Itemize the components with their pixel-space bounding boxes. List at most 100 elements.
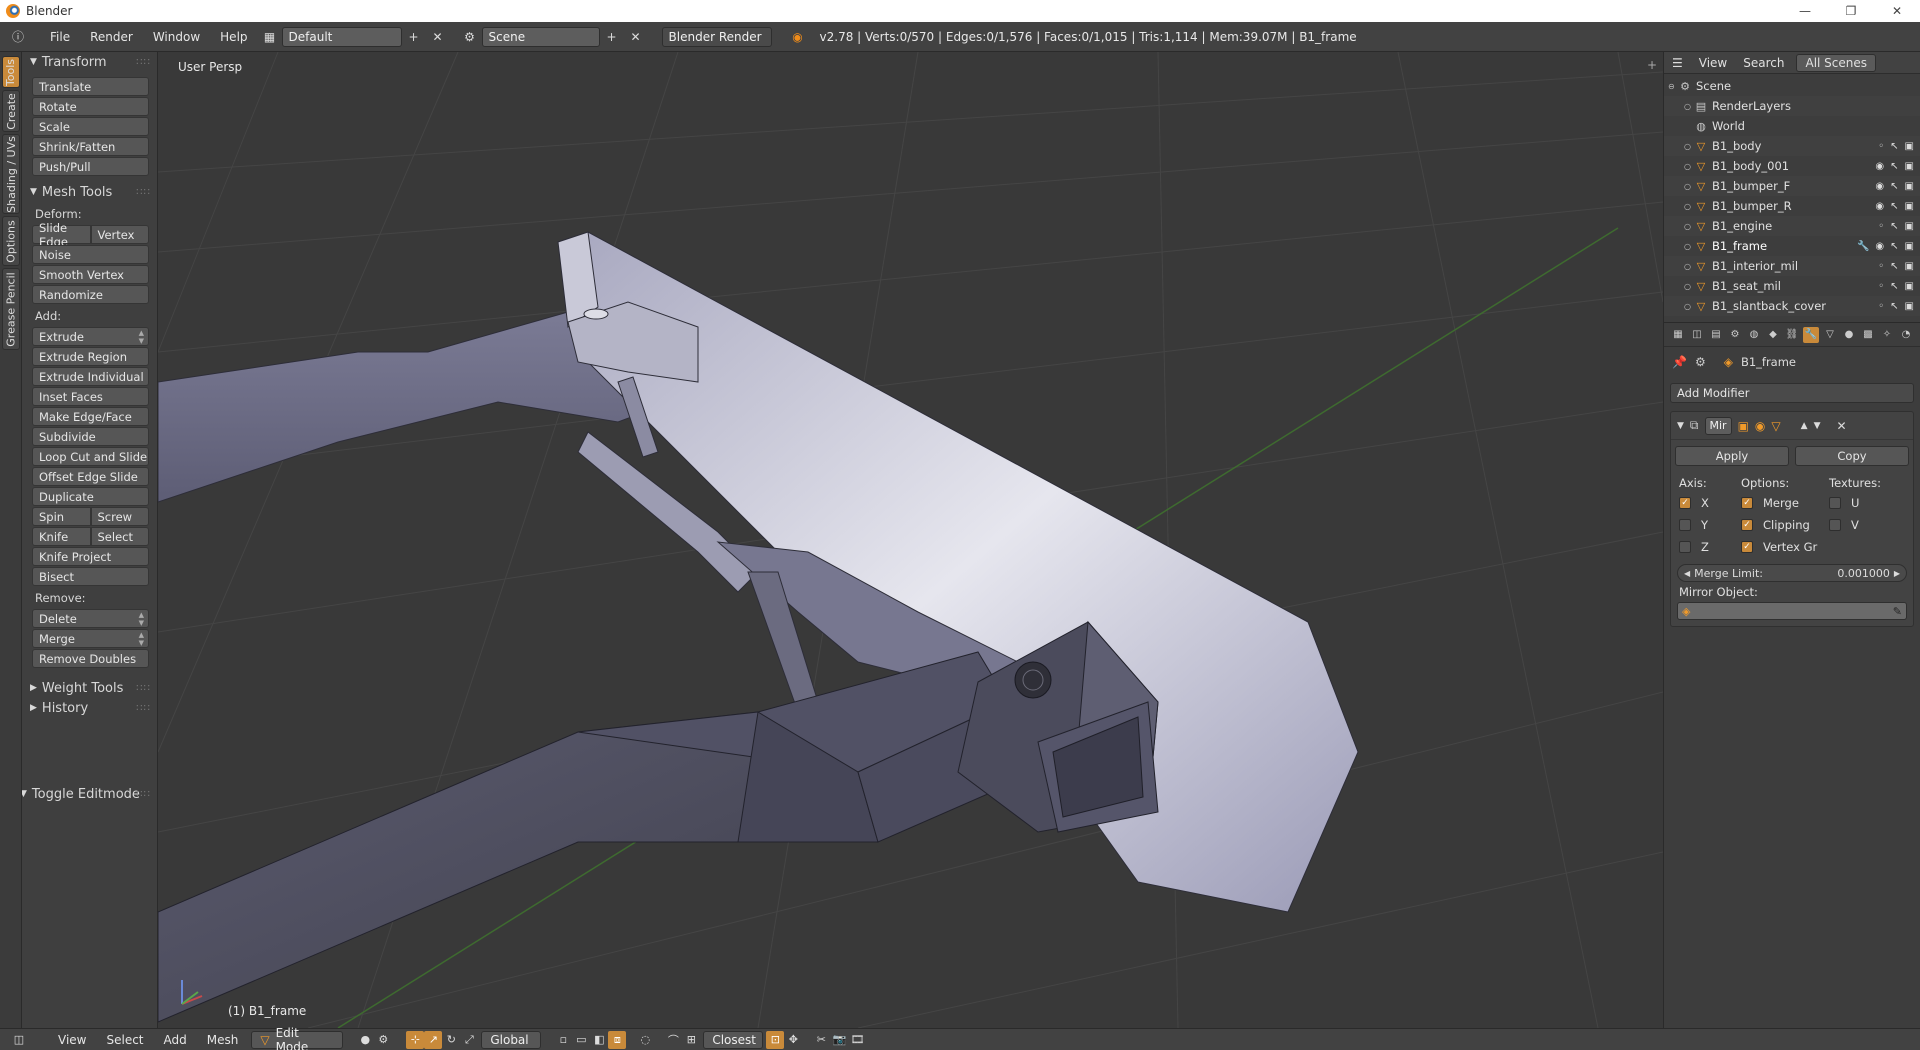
render-layers-tab-icon[interactable]: ▤ [1708,327,1724,343]
menu-file[interactable]: File [40,30,80,44]
properties-editor-icon[interactable]: ▦ [1670,327,1686,343]
visibility-eye-icon[interactable]: ◦ [1878,221,1884,232]
tab-grease-pencil[interactable]: Grease Pencil [2,268,20,350]
visibility-eye-icon[interactable]: ◦ [1878,301,1884,312]
remove-layout-icon[interactable]: ✕ [426,27,450,47]
panel-transform-header[interactable]: ▼ Transform ∷∷ [22,52,157,72]
outliner-search-menu[interactable]: Search [1735,56,1792,70]
renderable-camera-icon[interactable]: ▣ [1905,241,1914,252]
renderable-camera-icon[interactable]: ▣ [1905,201,1914,212]
extrude-individual-button[interactable]: Extrude Individual [32,367,149,386]
visibility-eye-icon[interactable]: ◉ [1875,241,1884,252]
particles-tab-icon[interactable]: ✧ [1879,327,1895,343]
vertex-groups-checkbox[interactable]: ✓ Vertex Gr [1741,536,1829,558]
outliner-filter-select[interactable]: All Scenes [1796,53,1877,72]
menu-help[interactable]: Help [210,30,257,44]
outliner-row-scene[interactable]: ⊖ ⚙ Scene [1664,76,1920,96]
merge-menu-button[interactable]: Merge ▲ ▼ [32,629,149,648]
texture-v-checkbox[interactable]: V [1829,514,1899,536]
axis-z-checkbox[interactable]: Z [1679,536,1741,558]
knife-project-button[interactable]: Knife Project [32,547,149,566]
scene-tab-icon[interactable]: ⚙ [1727,327,1743,343]
subdivide-button[interactable]: Subdivide [32,427,149,446]
apply-button[interactable]: Apply [1675,446,1789,466]
translate-button[interactable]: Translate [32,77,149,96]
knife-select-button[interactable]: Select [90,527,149,546]
modifier-name-field[interactable]: Mir [1704,416,1732,435]
add-scene-icon[interactable]: + [600,27,624,47]
menu-mesh[interactable]: Mesh [197,1033,249,1047]
outliner-row-object[interactable]: ○ ▽ B1_engine ◦ ↖ ▣ [1664,216,1920,236]
add-modifier-button[interactable]: Add Modifier [1670,383,1914,403]
grip-icon[interactable]: ∷∷ [136,703,151,714]
loop-cut-slide-button[interactable]: Loop Cut and Slide [32,447,149,466]
expand-icon[interactable]: ○ [1684,102,1694,111]
realtime-toggle-icon[interactable]: ◉ [1755,419,1765,433]
outliner-row-object-active[interactable]: ○ ▽ B1_frame 🔧 ◉ ↖ ▣ [1664,236,1920,256]
expand-icon[interactable]: ○ [1684,142,1694,151]
delete-menu-button[interactable]: Delete ▲ ▼ [32,609,149,628]
3d-viewport[interactable]: User Persp (1) B1_frame + [158,52,1663,1028]
tab-shading-uvs[interactable]: Shading / UVs [2,134,20,214]
selectable-cursor-icon[interactable]: ↖ [1890,221,1898,232]
selectable-cursor-icon[interactable]: ↖ [1890,241,1898,252]
expand-icon[interactable]: ○ [1684,182,1694,191]
snap-toggle-icon[interactable]: ⌒ [664,1031,682,1049]
visibility-eye-icon[interactable]: ◦ [1878,261,1884,272]
selectable-cursor-icon[interactable]: ↖ [1890,261,1898,272]
merge-checkbox[interactable]: ✓ Merge [1741,492,1829,514]
move-down-icon[interactable]: ▼ [1814,421,1821,431]
object-tab-icon[interactable]: ◆ [1765,327,1781,343]
panel-weight-tools-header[interactable]: ▶ Weight Tools ∷∷ [22,678,157,698]
pin-icon[interactable]: 📌 [1672,355,1687,369]
renderable-camera-icon[interactable]: ▣ [1905,161,1914,172]
cage-toggle-icon[interactable]: ▽ [1771,419,1780,433]
scene-icon[interactable]: ⚙ [458,27,482,47]
menu-view[interactable]: View [48,1033,96,1047]
texture-tab-icon[interactable]: ▩ [1860,327,1876,343]
expand-icon[interactable]: ○ [1684,262,1694,271]
smooth-vertex-button[interactable]: Smooth Vertex [32,265,149,284]
selectable-cursor-icon[interactable]: ↖ [1890,161,1898,172]
outliner-view-menu[interactable]: View [1691,56,1735,70]
proportional-editing-icon[interactable]: ◌ [636,1031,654,1049]
outliner-editor-icon[interactable]: ☰ [1664,56,1691,70]
add-layout-icon[interactable]: + [402,27,426,47]
make-edge-face-button[interactable]: Make Edge/Face [32,407,149,426]
info-editor-icon[interactable]: ⓘ [6,27,30,47]
offset-edge-slide-button[interactable]: Offset Edge Slide [32,467,149,486]
expand-icon[interactable]: ○ [1684,302,1694,311]
clipping-checkbox[interactable]: ✓ Clipping [1741,514,1829,536]
panel-toggle-editmode-header[interactable]: ▼Toggle Editmode∷∷ [22,784,157,804]
renderable-camera-icon[interactable]: ▣ [1905,181,1914,192]
panel-mesh-tools-header[interactable]: ▼ Mesh Tools ∷∷ [22,182,157,202]
minimize-button[interactable]: — [1782,0,1828,22]
render-engine-select[interactable]: Blender Render [661,26,772,47]
outliner-row-object[interactable]: ○ ▽ B1_interior_mil ◦ ↖ ▣ [1664,256,1920,276]
renderable-camera-icon[interactable]: ▣ [1905,221,1914,232]
noise-button[interactable]: Noise [32,245,149,264]
selectable-cursor-icon[interactable]: ↖ [1890,181,1898,192]
rotate-manipulator-icon[interactable]: ↻ [442,1031,460,1049]
snap-element-icon[interactable]: ⊞ [682,1031,700,1049]
expand-icon[interactable]: ○ [1684,202,1694,211]
selectable-cursor-icon[interactable]: ↖ [1890,281,1898,292]
menu-render[interactable]: Render [80,30,143,44]
expand-icon[interactable]: ○ [1684,222,1694,231]
extrude-region-button[interactable]: Extrude Region [32,347,149,366]
inset-faces-button[interactable]: Inset Faces [32,387,149,406]
render-tab-icon[interactable]: ◫ [1689,327,1705,343]
bisect-button[interactable]: Bisect [32,567,149,586]
spin-button[interactable]: Spin [32,507,91,526]
screen-layout-icon[interactable]: ▦ [258,27,282,47]
menu-select[interactable]: Select [96,1033,153,1047]
visibility-eye-icon[interactable]: ◉ [1875,181,1884,192]
editmode-toggle-icon[interactable]: ▣ [1738,419,1749,433]
screw-button[interactable]: Screw [90,507,149,526]
occlude-geometry-icon[interactable]: ⧈ [608,1030,627,1049]
selectable-cursor-icon[interactable]: ↖ [1890,141,1898,152]
render-animation-icon[interactable]: 🎞 [848,1031,866,1049]
rotate-button[interactable]: Rotate [32,97,149,116]
snap-target-select[interactable]: Closest [703,1030,764,1049]
snap-align-icon[interactable]: ⊡ [766,1030,785,1049]
